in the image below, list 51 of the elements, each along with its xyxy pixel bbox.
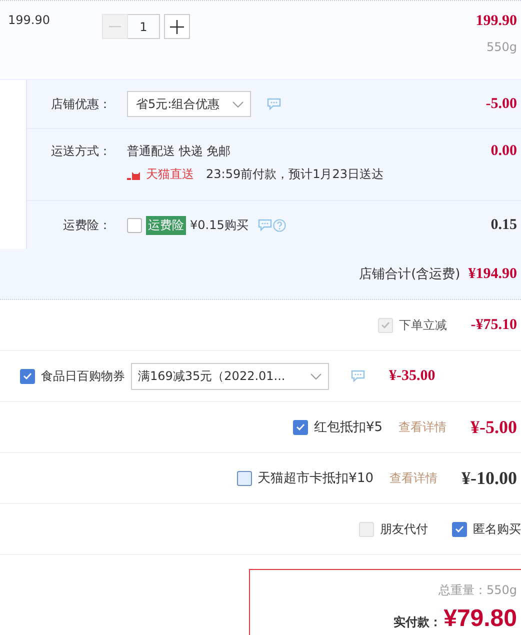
chat-icon[interactable] [266,98,281,110]
insurance-label: 运费险： [62,216,112,234]
option-label: 匿名购买 [473,520,521,538]
option-label: 朋友代付 [380,520,428,538]
checkbox[interactable] [292,420,308,434]
plus-icon [170,20,184,34]
checkbox[interactable] [20,368,35,384]
brand-label: 天猫直送 [146,166,194,183]
minus-icon [109,26,121,28]
delivery-estimate: 23:59前付款，预计1月23日送达 [206,166,384,183]
insurance-amount: 0.15 [490,216,517,234]
checkmark-icon [296,423,305,431]
checkbox[interactable] [236,470,252,486]
total-weight: 总重量：550g [438,582,517,599]
discount-dropdown[interactable]: 省5元:组合优惠 [127,91,251,117]
checkbox[interactable] [127,218,142,232]
checkbox[interactable] [452,522,467,536]
increment-button[interactable] [164,14,190,39]
coupon-dropdown[interactable]: 满169减35元（2022.01... [131,362,329,390]
chat-icon[interactable] [258,218,272,230]
checkmark-icon [380,321,390,329]
help-icon[interactable] [273,218,286,232]
pay-amount: ¥79.80 [444,605,517,633]
discount-amount: -5.00 [486,96,517,112]
shipping-label: 运送方式： [50,143,112,160]
deduction-label: 天猫超市卡抵扣¥10 [258,470,374,487]
quantity-field[interactable]: 1 [128,14,160,39]
item-weight: 550g [486,40,517,54]
shipping-amount: 0.00 [490,143,517,160]
coupon-amount: ¥-35.00 [389,368,436,384]
deduction-amount: ¥-10.00 [462,468,517,488]
pay-label: 实付款： [394,614,442,631]
unit-price: 199.90 [8,13,51,29]
chevron-down-icon [232,100,244,108]
store-total-label: 店铺合计(含运费) [359,266,460,283]
checkmark-icon [455,525,464,533]
subtotal: 199.90 [476,13,517,30]
insurance-tag: 运费险 [146,216,186,234]
deduction-amount: ¥-5.00 [470,416,517,438]
chevron-down-icon [310,372,322,380]
chat-icon[interactable] [351,370,365,382]
discount-label: 店铺优惠： [50,96,112,112]
discount-label: 下单立减 [398,316,447,334]
cat-logo-icon [127,170,143,180]
coupon-label: 食品日百购物券 [41,368,125,384]
store-total: ¥194.90 [468,266,517,282]
checkmark-icon [23,372,32,380]
discount-amount: -¥75.10 [470,316,517,334]
shipping-method: 普通配送 快递 免邮 [127,143,232,160]
deduction-label: 红包抵扣¥5 [314,419,382,436]
insurance-price: ¥0.15购买 [190,216,248,234]
